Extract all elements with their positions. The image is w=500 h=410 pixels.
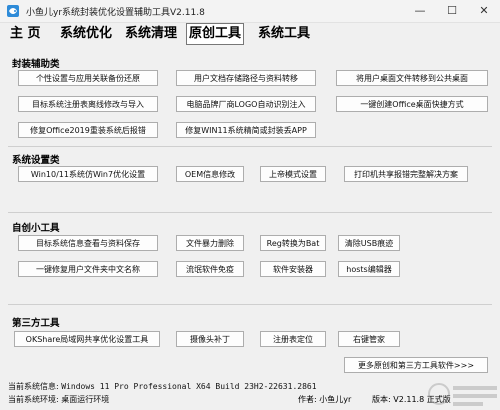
environment-value: 桌面运行环境	[61, 395, 110, 404]
user-docs-path-button[interactable]: 用户文档存储路径与资料转移	[176, 70, 316, 86]
version-label: 版本:	[372, 395, 391, 404]
oem-info-button[interactable]: OEM信息修改	[176, 166, 244, 182]
author-line: 作者: 小鱼儿yr	[298, 394, 351, 405]
hosts-editor-button[interactable]: hosts编辑器	[338, 261, 400, 277]
maximize-button[interactable]: ☐	[436, 0, 468, 22]
group-title-settings: 系统设置类	[12, 155, 60, 166]
software-installer-button[interactable]: 软件安装器	[260, 261, 326, 277]
group-divider	[8, 304, 492, 305]
fix-user-folder-name-button[interactable]: 一键修复用户文件夹中文名称	[18, 261, 158, 277]
context-menu-manager-button[interactable]: 右键管家	[338, 331, 400, 347]
group-title-packaging: 封装辅助类	[12, 59, 60, 70]
force-delete-button[interactable]: 文件暴力删除	[176, 235, 244, 251]
backup-personal-settings-button[interactable]: 个性设置与应用关联备份还原	[18, 70, 158, 86]
win7-style-optimize-button[interactable]: Win10/11系统仿Win7优化设置	[18, 166, 158, 182]
camera-patch-button[interactable]: 摄像头补丁	[176, 331, 244, 347]
minimize-button[interactable]: —	[404, 0, 436, 22]
author-value: 小鱼儿yr	[319, 395, 352, 404]
tab-original-tools[interactable]: 原创工具	[186, 23, 245, 45]
group-divider	[8, 146, 492, 147]
brand-logo-inject-button[interactable]: 电脑品牌厂商LOGO自动识别注入	[176, 96, 316, 112]
version-value: V2.11.8	[393, 395, 425, 404]
main-tabs: 主 页 系统优化 系统清理 原创工具 系统工具	[0, 22, 500, 46]
close-button[interactable]: ✕	[468, 0, 500, 22]
rogue-software-immunity-button[interactable]: 流氓软件免疫	[176, 261, 244, 277]
environment-line: 当前系统环境: 桌面运行环境	[8, 394, 109, 405]
tab-system-optimize[interactable]: 系统优化	[58, 23, 114, 44]
group-title-third-party: 第三方工具	[12, 318, 60, 329]
system-info-label: 当前系统信息:	[8, 382, 59, 391]
app-logo-icon	[7, 5, 19, 17]
repair-win11-app-button[interactable]: 修复WIN11系统精简或封装丢APP	[176, 122, 316, 138]
group-title-original: 自创小工具	[12, 223, 60, 234]
printer-share-fix-button[interactable]: 打印机共享报错完整解决方案	[344, 166, 468, 182]
watermark-icon	[428, 383, 497, 406]
window-title: 小鱼儿yr系统封装优化设置辅助工具V2.11.8	[26, 8, 205, 18]
system-info-value: Windows 11 Pro Professional X64 Build 23…	[61, 382, 317, 391]
office-shortcut-button[interactable]: 一键创建Office桌面快捷方式	[336, 96, 488, 112]
system-info-line: 当前系统信息: Windows 11 Pro Professional X64 …	[8, 381, 317, 392]
title-bar: 小鱼儿yr系统封装优化设置辅助工具V2.11.8 — ☐ ✕	[0, 0, 500, 23]
author-label: 作者:	[298, 395, 317, 404]
tab-system-clean[interactable]: 系统清理	[123, 23, 179, 44]
reg-to-bat-button[interactable]: Reg转换为Bat	[260, 235, 326, 251]
move-desktop-files-button[interactable]: 将用户桌面文件转移到公共桌面	[336, 70, 488, 86]
tab-home[interactable]: 主 页	[8, 23, 43, 44]
okshare-lan-button[interactable]: OKShare局域网共享优化设置工具	[14, 331, 160, 347]
system-info-save-button[interactable]: 目标系统信息查看与资料保存	[18, 235, 158, 251]
god-mode-button[interactable]: 上帝模式设置	[260, 166, 326, 182]
environment-label: 当前系统环境:	[8, 395, 59, 404]
tab-system-tools[interactable]: 系统工具	[256, 23, 312, 44]
clear-usb-traces-button[interactable]: 清除USB痕迹	[338, 235, 400, 251]
repair-office2019-button[interactable]: 修复Office2019重装系统后报错	[18, 122, 158, 138]
offline-registry-edit-button[interactable]: 目标系统注册表离线修改与导入	[18, 96, 158, 112]
more-tools-button[interactable]: 更多原创和第三方工具软件>>>	[344, 357, 488, 373]
group-divider	[8, 212, 492, 213]
registry-locator-button[interactable]: 注册表定位	[260, 331, 326, 347]
